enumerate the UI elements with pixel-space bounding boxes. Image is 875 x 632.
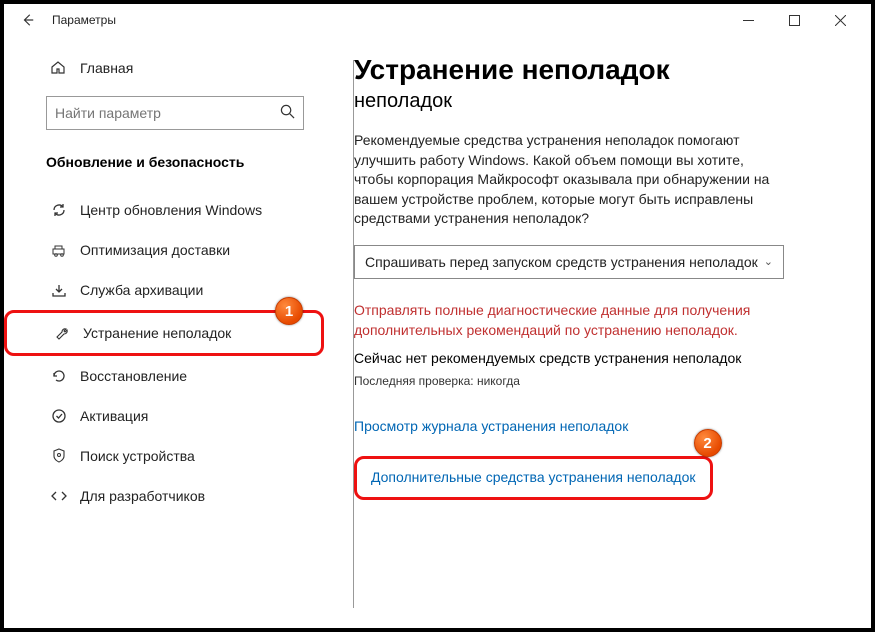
maximize-button[interactable] <box>771 4 817 36</box>
page-subtitle: неполадок <box>354 90 833 113</box>
home-icon <box>50 59 68 78</box>
nav-for-developers[interactable]: Для разработчиков <box>4 476 324 516</box>
diagnostic-warning: Отправлять полные диагностические данные… <box>354 301 784 340</box>
nav-label: Активация <box>80 408 148 424</box>
annotation-badge-1: 1 <box>275 297 303 325</box>
nav-delivery-optimization[interactable]: Оптимизация доставки <box>4 230 324 270</box>
additional-troubleshooters-highlight: Дополнительные средства устранения непол… <box>354 456 713 500</box>
search-icon <box>280 104 295 122</box>
close-icon <box>835 15 846 26</box>
history-link[interactable]: Просмотр журнала устранения неполадок <box>354 418 628 434</box>
sync-icon <box>50 201 68 219</box>
chevron-down-icon: ⌄ <box>764 255 773 268</box>
title-bar: Параметры <box>4 4 871 36</box>
minimize-icon <box>743 15 754 26</box>
nav-label: Оптимизация доставки <box>80 242 230 258</box>
annotation-badge-2: 2 <box>694 429 722 457</box>
app-title: Параметры <box>52 13 116 27</box>
home-link[interactable]: Главная <box>4 52 324 84</box>
recovery-icon <box>50 367 68 385</box>
close-button[interactable] <box>817 4 863 36</box>
description-text: Рекомендуемые средства устранения непола… <box>354 131 784 229</box>
arrow-left-icon <box>21 13 35 27</box>
nav-label: Центр обновления Windows <box>80 202 262 218</box>
troubleshoot-preference-dropdown[interactable]: Спрашивать перед запуском средств устран… <box>354 245 784 279</box>
main-content: Устранение неполадок неполадок Рекоменду… <box>324 36 871 628</box>
nav-label: Для разработчиков <box>80 488 205 504</box>
last-check: Последняя проверка: никогда <box>354 374 833 388</box>
dropdown-value: Спрашивать перед запуском средств устран… <box>365 254 758 270</box>
nav-find-my-device[interactable]: Поиск устройства <box>4 436 324 476</box>
nav-label: Служба архивации <box>80 282 203 298</box>
section-title: Обновление и безопасность <box>4 144 324 182</box>
nav-troubleshoot[interactable]: Устранение неполадок 1 <box>4 310 324 356</box>
window-controls <box>725 4 863 36</box>
status-text: Сейчас нет рекомендуемых средств устране… <box>354 350 833 366</box>
back-button[interactable] <box>12 4 44 36</box>
wrench-icon <box>53 324 71 342</box>
backup-icon <box>50 281 68 299</box>
nav-label: Устранение неполадок <box>83 325 231 341</box>
last-check-value: никогда <box>477 374 520 388</box>
find-device-icon <box>50 447 68 465</box>
home-label: Главная <box>80 60 133 76</box>
nav-label: Поиск устройства <box>80 448 195 464</box>
last-check-label: Последняя проверка: <box>354 374 474 388</box>
page-title: Устранение неполадок <box>354 54 833 86</box>
search-input[interactable] <box>55 105 280 121</box>
maximize-icon <box>789 15 800 26</box>
nav-label: Восстановление <box>80 368 187 384</box>
nav-recovery[interactable]: Восстановление <box>4 356 324 396</box>
delivery-icon <box>50 241 68 259</box>
nav-windows-update[interactable]: Центр обновления Windows <box>4 190 324 230</box>
sidebar: Главная Обновление и безопасность Центр … <box>4 36 324 628</box>
activation-icon <box>50 407 68 425</box>
developers-icon <box>50 487 68 505</box>
search-box[interactable] <box>46 96 304 130</box>
nav-list: Центр обновления Windows Оптимизация дос… <box>4 190 324 516</box>
nav-activation[interactable]: Активация <box>4 396 324 436</box>
minimize-button[interactable] <box>725 4 771 36</box>
additional-troubleshooters-link[interactable]: Дополнительные средства устранения непол… <box>371 469 696 485</box>
